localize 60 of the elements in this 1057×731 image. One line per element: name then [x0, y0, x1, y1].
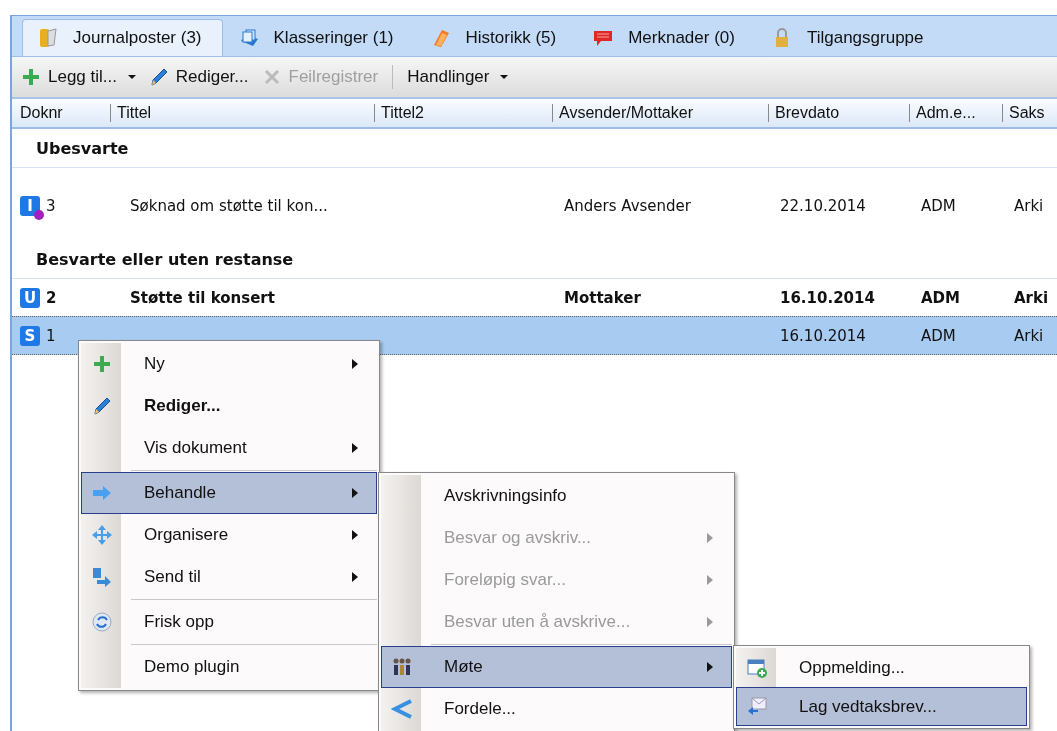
- people-icon: [391, 656, 413, 678]
- menu-item[interactable]: Demo plugin: [81, 646, 377, 688]
- tab[interactable]: Tilgangsgruppe: [755, 19, 945, 56]
- table-cell: Mottaker: [564, 288, 641, 307]
- send-icon: [91, 566, 113, 588]
- table-cell: 3: [46, 196, 56, 215]
- menu-item[interactable]: Møte: [381, 646, 732, 688]
- column-header[interactable]: Tittel2: [374, 104, 552, 122]
- menu-item[interactable]: Send til: [81, 556, 377, 598]
- column-header[interactable]: Adm.e...: [909, 104, 1002, 122]
- menu-item[interactable]: Fordele...: [381, 688, 732, 730]
- column-header[interactable]: Avsender/Mottaker: [552, 104, 768, 122]
- table-cell: 16.10.2014: [780, 326, 866, 345]
- tab[interactable]: Klasseringer (1): [222, 19, 415, 56]
- mail-icon: [746, 695, 768, 718]
- pencil-icon: [91, 395, 113, 417]
- group-header: Besvarte eller uten restanse: [36, 249, 294, 269]
- table-cell: Anders Avsender: [564, 196, 691, 215]
- table-cell: 1: [46, 326, 56, 345]
- tab[interactable]: Historikk (5): [414, 19, 578, 56]
- column-header[interactable]: Tittel: [110, 104, 374, 122]
- move-icon: [91, 524, 113, 546]
- toolbar-button[interactable]: Legg til...: [16, 64, 140, 90]
- menu-item[interactable]: Avskrivningsinfo: [381, 475, 732, 517]
- column-header[interactable]: Brevdato: [768, 104, 909, 122]
- column-header[interactable]: Doknr: [12, 104, 110, 122]
- table-cell: 16.10.2014: [780, 288, 875, 307]
- table-row[interactable]: I 3 Søknad om støtte til kon... Anders Avsender 22.10.2014 ADM Arki: [12, 187, 1057, 224]
- table-row[interactable]: U 2 Støtte til konsert Mottaker 16.10.2014 ADM Arki: [12, 279, 1057, 316]
- table-cell: ADM: [921, 288, 960, 307]
- tab[interactable]: Merknader (0): [577, 19, 756, 56]
- table-cell: Arki: [1014, 326, 1044, 345]
- menu-item[interactable]: Rediger...: [81, 385, 377, 427]
- share-icon: [391, 698, 413, 720]
- menu-item[interactable]: Oppmelding...: [736, 648, 1027, 687]
- document-type-icon: S: [20, 325, 40, 346]
- menu-item[interactable]: Frisk opp: [81, 601, 377, 643]
- document-type-icon: U: [20, 287, 40, 308]
- refresh-icon: [91, 611, 113, 633]
- table-cell: Arki: [1014, 288, 1049, 307]
- menu-item[interactable]: Lag vedtaksbrev...: [736, 687, 1027, 726]
- plus-icon: [20, 66, 42, 88]
- table-cell: ADM: [921, 326, 956, 345]
- table-cell: Søknad om støtte til kon...: [130, 196, 328, 215]
- tab[interactable]: Journalposter (3): [22, 19, 223, 56]
- table-cell: 22.10.2014: [780, 196, 866, 215]
- calendar-icon: [746, 656, 768, 679]
- table-cell: Støtte til konsert: [130, 288, 275, 307]
- group-header: Ubesvarte: [36, 138, 129, 158]
- menu-item[interactable]: Organisere: [81, 514, 377, 556]
- plus-icon: [91, 353, 113, 375]
- table-cell: ADM: [921, 196, 956, 215]
- menu-item[interactable]: Vis dokument: [81, 427, 377, 469]
- toolbar-button[interactable]: Rediger...: [143, 64, 253, 90]
- menu-item[interactable]: Behandle: [81, 472, 377, 514]
- binder-icon: [37, 27, 59, 49]
- table-cell: 2: [46, 288, 57, 307]
- table-cell: Arki: [1014, 196, 1044, 215]
- toolbar-button[interactable]: Handlinger: [403, 65, 513, 89]
- column-header[interactable]: Saks: [1002, 104, 1057, 122]
